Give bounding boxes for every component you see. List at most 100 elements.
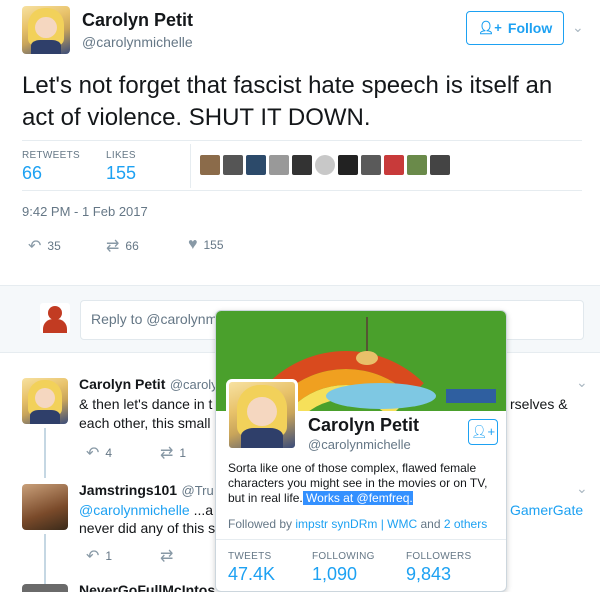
profile-hover-card: 👤︎+ Carolyn Petit @carolynmichelle Sorta…	[215, 310, 507, 592]
bio-line: but in real life. Works at @femfreq.	[228, 491, 500, 506]
reply-1-header: Carolyn Petit @caroly	[79, 376, 218, 394]
card-follow-button[interactable]: 👤︎+	[468, 419, 498, 445]
follow-button-label: Follow	[507, 20, 553, 36]
bio-line: Sorta like one of those complex, flawed …	[228, 461, 477, 475]
thread-line	[44, 534, 46, 584]
chevron-down-icon[interactable]: ⌄	[576, 480, 588, 497]
followed-by-others[interactable]: 2 others	[444, 517, 487, 531]
bio-text: but in real life.	[228, 491, 303, 505]
liker-avatar[interactable]	[384, 155, 404, 175]
reply-author-name[interactable]: Carolyn Petit	[79, 376, 165, 392]
chevron-down-icon[interactable]: ⌄	[576, 374, 588, 391]
bio-line: characters you might see in the movies o…	[228, 476, 488, 490]
followers-label: FOLLOWERS	[406, 551, 472, 562]
followed-by: Followed by impstr synDRm | WMC and 2 ot…	[228, 517, 487, 531]
reply-icon: ↶	[86, 548, 100, 565]
card-name[interactable]: Carolyn Petit	[308, 415, 419, 436]
retweet-icon: ⇄	[160, 445, 174, 462]
bio-selection: Works at @femfreq.	[302, 491, 413, 505]
reply-text: & then let's dance in t	[79, 396, 213, 412]
divider	[22, 140, 582, 141]
divider	[216, 539, 506, 540]
retweets-label: RETWEETS	[22, 150, 80, 161]
reply-avatar[interactable]	[22, 484, 68, 530]
reply-action[interactable]: ↶ 35	[28, 236, 61, 256]
liker-avatar[interactable]	[246, 155, 266, 175]
card-handle[interactable]: @carolynmichelle	[308, 437, 411, 452]
reply-2-header: Jamstrings101 @Tru	[79, 482, 214, 500]
retweet-icon: ⇄	[160, 548, 174, 565]
retweet-action[interactable]: ⇄	[160, 546, 173, 566]
followed-by-and: and	[417, 517, 444, 531]
reply-icon: ↶	[86, 445, 100, 462]
follow-button[interactable]: 👤︎+ Follow	[466, 11, 564, 45]
author-handle[interactable]: @carolynmichelle	[82, 34, 193, 50]
reply-author-handle[interactable]: @caroly	[170, 377, 218, 392]
likes-count[interactable]: 155	[106, 163, 136, 184]
chevron-down-icon[interactable]: ⌄	[572, 19, 584, 36]
reply-count: 1	[105, 549, 113, 563]
likes-label: LIKES	[106, 150, 136, 161]
retweet-icon: ⇄	[106, 238, 120, 255]
following-count: 1,090	[312, 564, 358, 584]
like-action[interactable]: ♥ 155	[188, 236, 224, 254]
hashtag-link[interactable]: GamerGate	[510, 500, 583, 520]
reply-icon: ↶	[28, 238, 42, 255]
card-bio: Sorta like one of those complex, flawed …	[228, 461, 500, 506]
liker-avatar[interactable]	[292, 155, 312, 175]
divider	[22, 190, 582, 191]
retweet-action[interactable]: ⇄ 1	[160, 443, 186, 463]
retweets-count[interactable]: 66	[22, 163, 42, 184]
card-stat-following[interactable]: FOLLOWING 1,090	[312, 551, 375, 585]
retweet-action[interactable]: ⇄ 66	[106, 236, 139, 256]
followed-by-prefix: Followed by	[228, 517, 296, 531]
liker-avatar[interactable]	[407, 155, 427, 175]
follow-person-icon: 👤︎+	[477, 20, 502, 35]
card-avatar[interactable]	[226, 379, 298, 451]
like-count: 155	[203, 238, 224, 252]
liker-avatar[interactable]	[200, 155, 220, 175]
heart-icon: ♥	[188, 236, 198, 253]
reply-action[interactable]: ↶ 1	[86, 546, 112, 566]
likers-avatars	[200, 155, 453, 175]
tweets-count: 47.4K	[228, 564, 276, 584]
reply-text: rselves &	[510, 396, 568, 412]
tweet-text: Let's not forget that fascist hate speec…	[22, 72, 553, 131]
reply-avatar[interactable]	[22, 378, 68, 424]
reply-text: @carolynmichelle ...a	[79, 500, 213, 520]
author-avatar[interactable]	[22, 6, 70, 54]
liker-avatar[interactable]	[315, 155, 335, 175]
tweets-label: TWEETS	[228, 551, 272, 562]
reply-author-handle[interactable]: @Tru	[182, 483, 214, 498]
followed-by-names[interactable]: impstr synDRm | WMC	[295, 517, 417, 531]
following-label: FOLLOWING	[312, 551, 375, 562]
follow-person-icon: 👤︎+	[470, 424, 496, 439]
reply-text-rest: ...a	[189, 502, 214, 518]
mention-link[interactable]: @carolynmichelle	[79, 502, 190, 518]
reply-text: never did any of this s	[79, 520, 216, 536]
liker-avatar[interactable]	[269, 155, 289, 175]
liker-avatar[interactable]	[338, 155, 358, 175]
reply-count: 4	[105, 446, 113, 460]
bio-text: .	[409, 491, 413, 505]
retweet-count: 1	[179, 446, 187, 460]
author-name[interactable]: Carolyn Petit	[82, 10, 193, 31]
reply-author-name[interactable]: Jamstrings101	[79, 482, 177, 498]
tweet-timestamp[interactable]: 9:42 PM - 1 Feb 2017	[22, 204, 148, 219]
retweet-count: 66	[125, 239, 139, 253]
femfreq-link[interactable]: @femfreq	[357, 491, 410, 505]
reply-avatar[interactable]	[22, 584, 68, 592]
reply-count: 35	[47, 239, 61, 253]
liker-avatar[interactable]	[223, 155, 243, 175]
reply-action[interactable]: ↶ 4	[86, 443, 112, 463]
card-stat-followers[interactable]: FOLLOWERS 9,843	[406, 551, 472, 585]
liker-avatar[interactable]	[430, 155, 450, 175]
followers-count: 9,843	[406, 564, 452, 584]
card-stat-tweets[interactable]: TWEETS 47.4K	[228, 551, 275, 585]
liker-avatar[interactable]	[361, 155, 381, 175]
viewer-avatar[interactable]	[40, 303, 70, 333]
stats-separator	[190, 144, 191, 188]
reply-text: each other, this small	[79, 415, 211, 431]
reply-author-name[interactable]: NeverGoFullMcIntos	[79, 582, 215, 592]
bio-text: Works at	[302, 491, 357, 505]
